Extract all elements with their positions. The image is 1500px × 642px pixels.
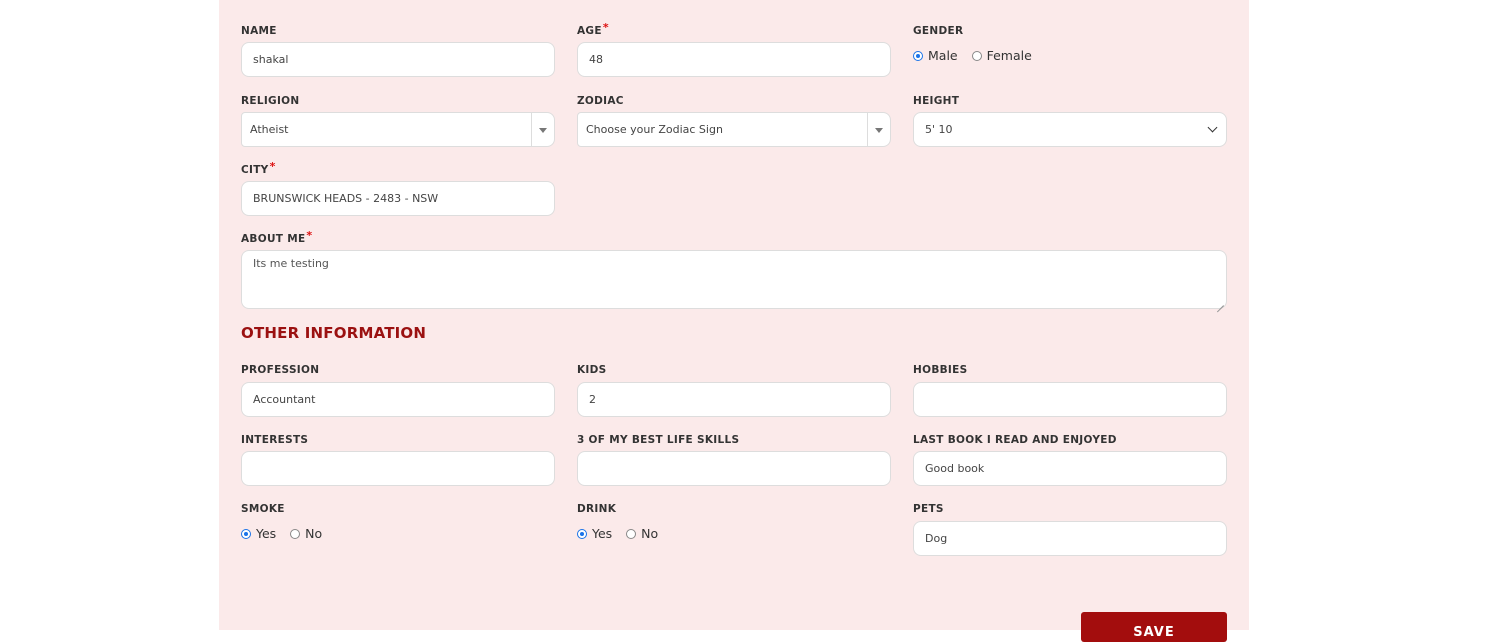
height-select[interactable]: 5' 10 — [913, 112, 1227, 147]
drink-label: DRINK — [577, 503, 617, 515]
about-me-value: Its me testing — [253, 257, 329, 270]
smoke-no-radio[interactable]: No — [290, 526, 322, 541]
section-title: OTHER INFORMATION — [241, 324, 427, 342]
about-me-label: ABOUT ME* — [241, 229, 313, 245]
radio-selected-icon — [577, 528, 587, 539]
gender-female-radio[interactable]: Female — [971, 48, 1032, 63]
pets-input[interactable]: Dog — [913, 521, 1227, 556]
dropdown-arrow-icon[interactable] — [531, 113, 554, 146]
required-marker: * — [269, 160, 276, 173]
name-label: NAME — [241, 25, 277, 37]
radio-empty-icon — [971, 50, 982, 61]
religion-label: RELIGION — [241, 95, 300, 107]
dropdown-arrow-icon[interactable] — [867, 113, 890, 146]
religion-value: Atheist — [250, 123, 289, 136]
gender-male-radio[interactable]: Male — [913, 48, 958, 63]
age-input[interactable]: 48 — [577, 42, 891, 77]
smoke-yes-radio[interactable]: Yes — [241, 526, 276, 541]
smoke-radio-group: Yes No — [241, 526, 332, 542]
gender-label: GENDER — [913, 25, 964, 37]
smoke-label: SMOKE — [241, 503, 285, 515]
pets-label: PETS — [913, 503, 944, 515]
gender-radio-group: Male Female — [913, 48, 1042, 64]
drink-radio-group: Yes No — [577, 526, 668, 542]
zodiac-label: ZODIAC — [577, 95, 624, 107]
height-value: 5' 10 — [925, 123, 953, 136]
save-button[interactable]: SAVE — [1081, 612, 1227, 642]
religion-select[interactable]: Atheist — [241, 112, 555, 147]
radio-selected-icon — [913, 50, 923, 61]
radio-empty-icon — [290, 528, 301, 539]
city-input[interactable]: BRUNSWICK HEADS - 2483 - NSW — [241, 181, 555, 216]
drink-no-radio[interactable]: No — [626, 526, 658, 541]
zodiac-value: Choose your Zodiac Sign — [586, 123, 723, 136]
required-marker: * — [306, 229, 313, 242]
age-label: AGE* — [577, 21, 609, 37]
last-book-input[interactable]: Good book — [913, 451, 1227, 486]
zodiac-select[interactable]: Choose your Zodiac Sign — [577, 112, 891, 147]
profession-label: PROFESSION — [241, 364, 320, 376]
height-label: HEIGHT — [913, 95, 960, 107]
interests-label: INTERESTS — [241, 434, 309, 446]
about-me-textarea[interactable]: Its me testing — [241, 250, 1227, 309]
chevron-down-icon — [1207, 122, 1218, 133]
hobbies-label: HOBBIES — [913, 364, 968, 376]
radio-selected-icon — [241, 528, 251, 539]
hobbies-input[interactable] — [913, 382, 1227, 417]
city-label: CITY* — [241, 160, 276, 176]
profession-input[interactable]: Accountant — [241, 382, 555, 417]
drink-yes-radio[interactable]: Yes — [577, 526, 612, 541]
life-skills-input[interactable] — [577, 451, 891, 486]
interests-input[interactable] — [241, 451, 555, 486]
radio-empty-icon — [626, 528, 637, 539]
name-input[interactable]: shakal — [241, 42, 555, 77]
kids-input[interactable]: 2 — [577, 382, 891, 417]
kids-label: KIDS — [577, 364, 607, 376]
life-skills-label: 3 OF MY BEST LIFE SKILLS — [577, 434, 740, 446]
resize-handle-icon[interactable] — [1216, 298, 1224, 306]
required-marker: * — [602, 21, 609, 34]
last-book-label: LAST BOOK I READ AND ENJOYED — [913, 434, 1117, 446]
